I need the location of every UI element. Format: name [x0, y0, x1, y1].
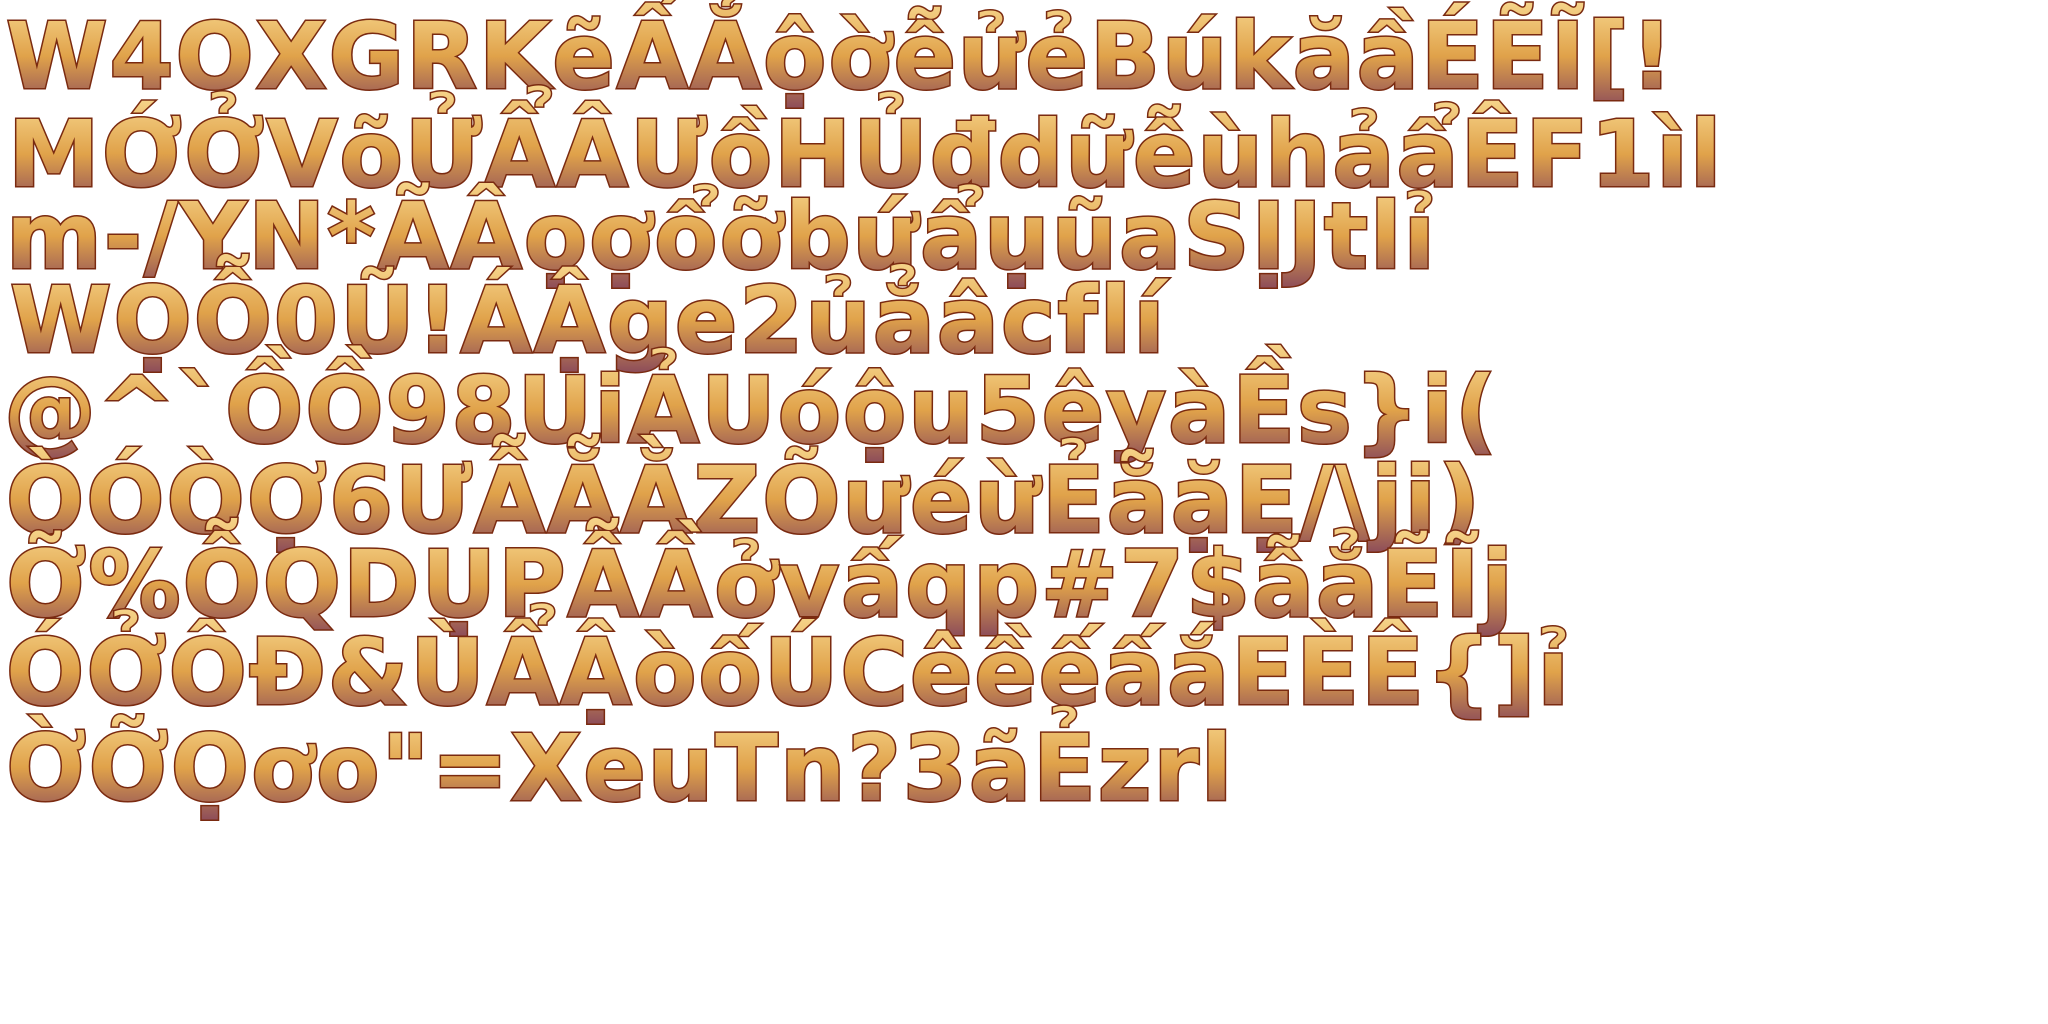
- glyph-cell: ẽ: [552, 3, 614, 110]
- glyph-cell: Ó: [6, 617, 84, 726]
- glyph-cell: k: [1230, 3, 1293, 110]
- glyph-atlas: W 4 O X G R Kẽ Ấ Ẳộ ờ ễ ử ẻ Bú k ă ầ É Ẽ Ĩ[!M Ớ Ở Võ Ử Ẩ Â Ưồ H Ủđ d ữ…: [3, 0, 1723, 824]
- glyph-cell: Ề: [1232, 344, 1295, 464]
- glyph-cell: ơ: [251, 715, 317, 822]
- glyph-cell: ễ: [894, 3, 956, 110]
- glyph-cell: Ị: [1252, 183, 1286, 290]
- glyph-cell: ắ: [1167, 619, 1229, 726]
- glyph-cell: Ỗ: [194, 252, 272, 374]
- glyph-cell: S: [1183, 183, 1249, 290]
- glyph-cell: l: [1370, 183, 1402, 290]
- glyph-cell: ì: [1654, 101, 1688, 208]
- glyph-cell: 4: [109, 3, 173, 110]
- glyph-cell: ă: [1293, 3, 1355, 110]
- glyph-cell: Ồ: [305, 344, 383, 464]
- glyph-cell: ố: [698, 619, 761, 726]
- glyph-cell: Ẽ: [1486, 2, 1549, 110]
- glyph-cell: È: [1296, 618, 1359, 726]
- glyph-cell: ò: [633, 619, 696, 726]
- glyph-cell: ỉ: [1537, 619, 1569, 726]
- glyph-cell: ã: [969, 715, 1031, 822]
- glyph-cell: ]: [1493, 619, 1535, 726]
- glyph-cell: ": [381, 715, 429, 822]
- glyph-cell: Ĩ: [1551, 2, 1585, 110]
- glyph-cell: Ồ: [225, 344, 303, 464]
- glyph-cell: Ở: [86, 608, 166, 726]
- glyph-cell: É: [1421, 2, 1484, 110]
- glyph-cell: X: [510, 715, 581, 822]
- glyph-cell: ế: [1039, 619, 1103, 726]
- glyph-cell: Ọ: [171, 715, 249, 822]
- glyph-cell: ỉ: [1404, 183, 1436, 290]
- glyph-cell: Ỡ: [88, 713, 168, 822]
- glyph-cell: ộ: [763, 3, 826, 110]
- glyph-cell: l: [1201, 715, 1233, 822]
- glyph-cell: B: [1090, 3, 1160, 110]
- glyph-cell: ử: [958, 3, 1026, 110]
- glyph-cell: Đ: [249, 619, 326, 726]
- glyph-cell: ?: [848, 715, 901, 822]
- glyph-cell: J: [1282, 183, 1322, 290]
- glyph-cell: Ú: [764, 617, 839, 726]
- glyph-cell: C: [840, 619, 908, 726]
- glyph-cell: F: [1526, 101, 1589, 208]
- glyph-cell: =: [431, 715, 508, 822]
- glyph-cell: Ù: [410, 617, 485, 726]
- glyph-cell: ú: [1162, 3, 1228, 110]
- glyph-cell: Ờ: [6, 713, 86, 822]
- glyph-cell: O: [176, 3, 254, 110]
- glyph-cell: ờ: [828, 3, 894, 110]
- glyph-cell: t: [1324, 183, 1368, 290]
- glyph-cell: Ô: [169, 617, 247, 726]
- glyph-cell: l: [1690, 101, 1722, 208]
- glyph-cell: e: [583, 715, 645, 822]
- glyph-cell: z: [1098, 715, 1152, 822]
- glyph-cell: ấ: [1103, 619, 1165, 726]
- glyph-cell: X: [256, 3, 327, 110]
- glyph-cell: Ẻ: [1033, 705, 1096, 822]
- glyph-cell: &: [328, 619, 408, 726]
- glyph-cell: R: [406, 3, 477, 110]
- glyph-cell: [: [1587, 3, 1629, 110]
- glyph-cell: ầ: [1357, 3, 1419, 110]
- glyph-cell: {: [1426, 619, 1492, 726]
- glyph-cell: 1: [1590, 101, 1654, 208]
- glyph-cell: Ê: [1461, 100, 1524, 208]
- glyph-cell: T: [715, 715, 778, 822]
- glyph-cell: K: [479, 3, 554, 110]
- glyph-cell: W: [6, 3, 107, 110]
- glyph-cell: ê: [910, 619, 972, 726]
- glyph-cell: !: [1631, 3, 1673, 110]
- glyph-cell: 3: [903, 715, 967, 822]
- glyph-cell: Ẩ: [487, 603, 558, 726]
- glyph-cell: G: [329, 3, 405, 110]
- glyph-cell: r: [1153, 715, 1199, 822]
- glyph-cell: Ậ: [560, 617, 631, 726]
- glyph-cell: u: [648, 715, 714, 822]
- glyph-cell: Ẳ: [690, 0, 761, 110]
- glyph-cell: Ấ: [617, 0, 688, 110]
- glyph-cell: ẻ: [1025, 3, 1087, 110]
- glyph-layer: W 4 O X G R Kẽ Ấ Ẳộ ờ ễ ử ẻ Bú k ă ầ É Ẽ Ĩ[!M Ớ Ở Võ Ử Ẩ Â Ưồ H Ủđ d ữ…: [3, 0, 1723, 824]
- glyph-cell: o: [316, 715, 379, 822]
- glyph-cell: Ê: [1361, 618, 1424, 726]
- glyph-cell: E: [1231, 619, 1294, 726]
- glyph-cell: n: [780, 715, 846, 822]
- glyph-cell: ề: [974, 619, 1036, 726]
